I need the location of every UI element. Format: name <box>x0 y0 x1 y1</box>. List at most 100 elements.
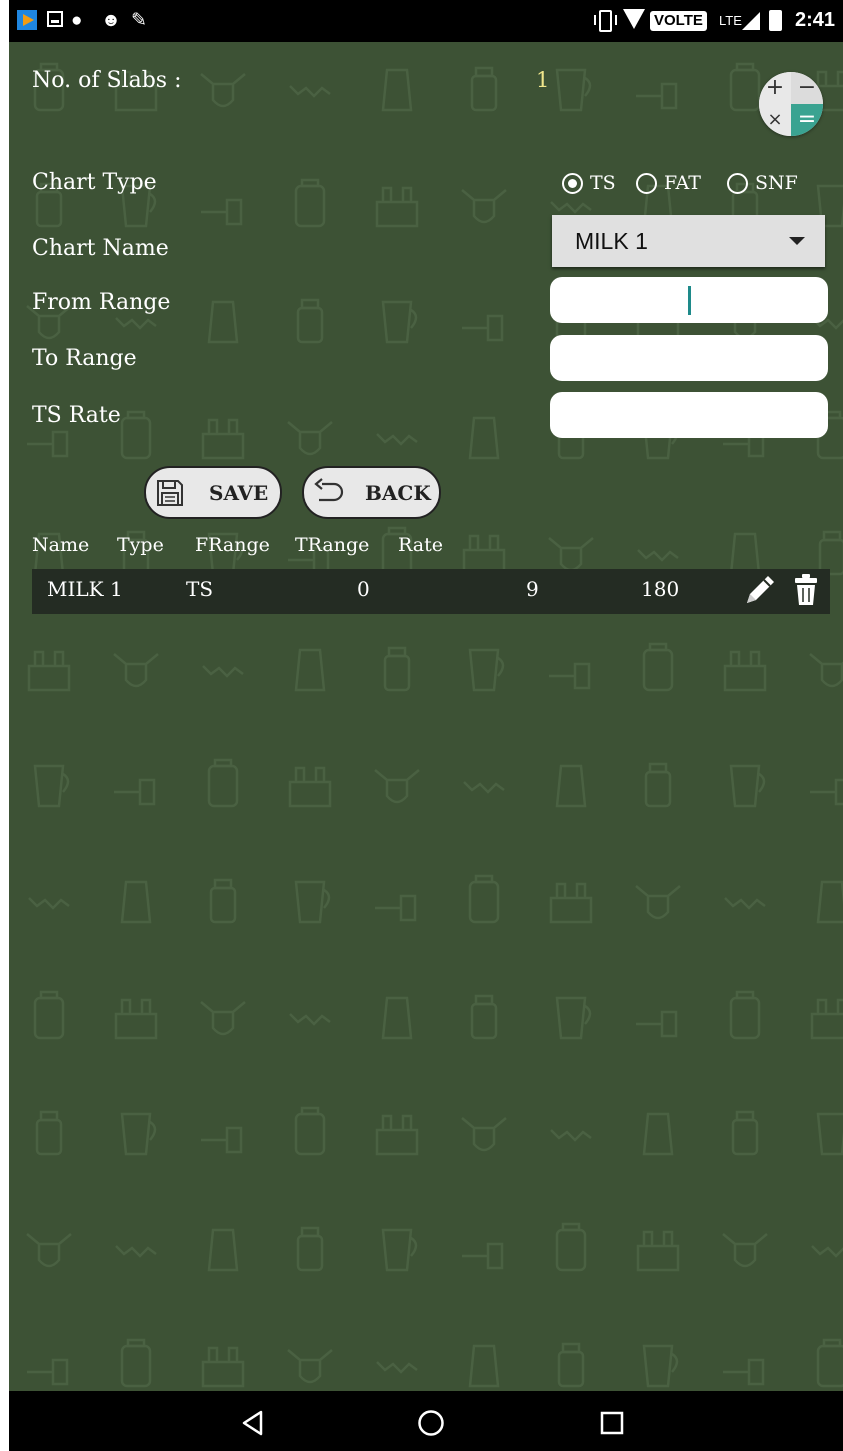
chart-type-label: Chart Type <box>32 170 157 195</box>
to-range-label: To Range <box>32 346 137 371</box>
pattern-glyph <box>723 1358 765 1386</box>
pattern-glyph <box>810 998 843 1040</box>
pattern-glyph <box>289 85 331 98</box>
cell-rate: 180 <box>641 577 680 601</box>
volte-badge: VOLTE <box>650 11 707 31</box>
pattern-glyph <box>201 418 245 460</box>
edit-icon[interactable] <box>742 572 778 608</box>
pattern-glyph <box>200 1001 246 1036</box>
calculator-icon[interactable]: + − × = <box>759 72 823 136</box>
pattern-glyph <box>115 317 157 330</box>
cell-trange: 9 <box>526 577 539 601</box>
save-icon <box>157 480 183 506</box>
pattern-glyph <box>557 1342 585 1388</box>
pattern-glyph <box>461 189 507 224</box>
pattern-glyph <box>294 1106 326 1156</box>
pattern-glyph <box>35 1110 63 1156</box>
pattern-glyph <box>120 410 152 460</box>
pattern-glyph <box>549 662 591 690</box>
screenshot-icon <box>47 11 63 27</box>
delete-icon[interactable] <box>792 572 820 608</box>
pattern-glyph <box>809 653 843 688</box>
pattern-glyph <box>27 650 71 692</box>
radio-ts-label: TS <box>590 172 616 194</box>
pattern-glyph <box>115 1245 157 1258</box>
pattern-glyph <box>207 758 239 808</box>
pattern-glyph <box>28 897 70 910</box>
pattern-glyph <box>288 766 332 808</box>
radio-fat-label: FAT <box>664 172 701 194</box>
pattern-glyph <box>550 201 592 214</box>
pattern-glyph <box>33 764 70 808</box>
pattern-glyph <box>463 781 505 794</box>
pattern-glyph <box>468 1344 500 1388</box>
table-row[interactable]: MILK 1 TS 0 9 180 <box>32 569 830 614</box>
pattern-glyph <box>201 1126 243 1154</box>
pattern-glyph <box>114 998 158 1040</box>
pattern-glyph <box>27 430 69 458</box>
pattern-glyph <box>548 537 594 572</box>
pattern-glyph <box>810 778 843 806</box>
rate-label: TS Rate <box>32 403 121 428</box>
pattern-glyph <box>729 532 761 576</box>
android-icon: ☻ <box>101 10 121 31</box>
save-button[interactable]: SAVE <box>144 466 282 519</box>
pattern-glyph <box>201 198 243 226</box>
account-icon: ● <box>71 10 83 31</box>
radio-snf[interactable]: SNF <box>727 172 798 194</box>
screen: ● ☻ ✎ VOLTE LTE 2:41 No. of Slabs : 1 + … <box>9 0 843 1451</box>
pattern-glyph <box>381 300 418 344</box>
pattern-glyph <box>294 178 326 228</box>
radio-ts[interactable]: TS <box>562 172 616 194</box>
back-nav-icon[interactable] <box>241 1410 265 1436</box>
pattern-glyph <box>555 1222 587 1272</box>
play-store-icon <box>17 10 37 30</box>
pattern-glyph <box>550 1129 592 1142</box>
pattern-glyph <box>381 996 413 1040</box>
pattern-glyph <box>201 1346 245 1388</box>
pattern-glyph <box>818 530 843 576</box>
back-button[interactable]: BACK <box>302 466 441 519</box>
chart-name-dropdown[interactable]: MILK 1 <box>552 215 825 267</box>
radio-unchecked-icon <box>636 172 657 194</box>
radio-fat[interactable]: FAT <box>636 172 701 194</box>
pattern-glyph <box>642 1112 674 1156</box>
pattern-glyph <box>468 416 500 460</box>
pattern-glyph <box>555 68 592 112</box>
pattern-glyph <box>816 1338 843 1388</box>
pattern-glyph <box>287 1349 333 1384</box>
pattern-glyph <box>462 314 504 342</box>
pattern-glyph <box>636 82 678 110</box>
pattern-glyph <box>376 1361 418 1374</box>
text-cursor <box>688 286 691 315</box>
pattern-glyph <box>635 885 681 920</box>
pattern-glyph <box>381 68 413 112</box>
rate-input[interactable] <box>550 392 828 438</box>
to-range-input[interactable] <box>550 335 828 381</box>
header-frange: FRange <box>195 534 270 556</box>
pattern-glyph <box>207 300 239 344</box>
pattern-glyph <box>555 996 592 1040</box>
radio-checked-icon <box>562 172 583 194</box>
header-type: Type <box>117 534 164 556</box>
pattern-glyph <box>461 1117 507 1152</box>
pattern-glyph <box>374 769 420 804</box>
back-icon <box>314 478 344 502</box>
pattern-glyph <box>724 897 766 910</box>
cell-frange: 0 <box>357 577 370 601</box>
cell-name: MILK 1 <box>47 577 123 601</box>
pattern-glyph <box>816 1112 843 1156</box>
pattern-glyph <box>644 762 672 808</box>
home-nav-icon[interactable] <box>417 1409 445 1437</box>
pattern-glyph <box>811 1245 843 1258</box>
network-type: LTE <box>719 13 742 28</box>
pattern-glyph <box>381 1228 418 1272</box>
pattern-glyph <box>120 880 152 924</box>
pattern-glyph <box>202 665 244 678</box>
pattern-glyph <box>636 1010 678 1038</box>
recents-nav-icon[interactable] <box>600 1411 624 1435</box>
pattern-glyph <box>816 880 843 924</box>
radio-unchecked-icon <box>727 172 748 194</box>
navigation-bar <box>9 1391 843 1451</box>
pattern-glyph <box>729 62 761 112</box>
